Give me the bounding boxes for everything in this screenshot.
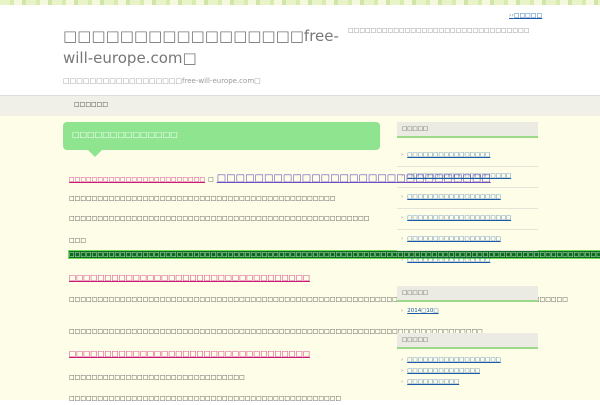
paragraph: □□□□□□□□□□□□□□□□□□□□□□□□□□□□□□□□□□□□□□□□… [69,195,336,202]
highlight-paragraph: □□□ □□□□□□□□□□□□□□□□□□□□□□□□□□□□□□□□□□□□… [68,234,600,262]
sidebar-item[interactable]: □□□□□□□□□□□□□□□□□□ [401,194,501,200]
divider [397,208,538,209]
site-header: □□□□□□□□□□□□□□□□□free-will-europe.com□ □… [0,5,600,95]
paragraph: □□□□□□□□□□□□□□□□□□□□□□□□□□□□□□□ [69,374,245,381]
post-separator: □ [208,176,214,183]
paragraph: □□□□□□□□□□□□□□□□□□□□□□□□□□□□□□□□□□□□□□□□… [69,215,370,222]
post-category-link[interactable]: □□□□□□□□□□□□□□□□□□□□□□□□ [69,176,205,183]
widget-title: □□□□□ [402,126,428,132]
widget-header: □□□□□ [397,286,538,302]
sidebar-item[interactable]: □□□□□□□□□□□□□□□□ [401,152,490,158]
widget-title: □□□□□ [402,290,428,296]
header-description: □□□□□□□□□□□□□□□□□□□□□□□□□□□□□□□□ [348,27,530,34]
paragraph: □□□□□□□□□□□□□□□□□□□□□□□□□□□□□□□□□□□□□□□□… [69,328,483,335]
sidebar-item[interactable]: □□□□□□□□□□□□□□□□□□□□ [401,173,511,179]
sidebar-item[interactable]: □□□□□□□□□□□□□□□□ [401,257,490,263]
divider [397,250,538,251]
category-title: □□□□□□□□□□□□□□ [72,130,178,139]
archive-item[interactable]: 2014□10□ [401,308,438,314]
top-link[interactable]: □□□□□ [509,12,542,19]
widget-header: □□□□□ [397,122,538,138]
divider [397,187,538,188]
paragraph: □□□□□□□□□□□□□□□□□□□□□□□□□□□□□□□□□□□□□□□□… [69,296,568,303]
post-header: □□□□□□□□□□□□□□□□□□□□□□□□ □ □□□□□□□□□□□□□□□… [69,166,491,185]
sidebar-item[interactable]: □□□□□□□□□□□□□□□□□□□□ [401,215,511,221]
nav-item-home[interactable]: □□□□□□ [74,101,108,108]
paragraph: □□□□□□□□□□□□□□□□□□□□□□□□□□□□□□□□□□□□□□□□… [69,395,342,402]
widget-header: □□□□□ [397,333,538,349]
section-link[interactable]: □□□□□□□□□□□□□□□□□□□□□□□□□□□□□□□□□□ [69,273,310,282]
divider [397,166,538,167]
site-title[interactable]: □□□□□□□□□□□□□□□□□free-will-europe.com□ [63,25,339,69]
sidebar-item[interactable]: □□□□□□□□□□ [401,379,459,385]
site-tagline: □□□□□□□□□□□□□□□□□□free-will-europe.com□ [63,77,261,85]
section-link[interactable]: □□□□□□□□□□□□□□□□□□□□□□□□□□□□□□□□□□ [69,349,310,358]
highlight-prefix: □□□ [69,237,87,244]
sidebar-item[interactable]: □□□□□□□□□□□□□□ [401,368,480,374]
category-arrow [88,150,102,157]
category-header: □□□□□□□□□□□□□□ [63,122,380,150]
sidebar-item[interactable]: □□□□□□□□□□□□□□□□□□ [401,236,501,242]
divider [397,229,538,230]
global-nav: □□□□□□ [0,95,600,117]
sidebar-item[interactable]: □□□□□□□□□□□□□□□□□□ [401,357,501,363]
widget-title: □□□□□ [402,337,428,343]
highlight-text: □□□□□□□□□□□□□□□□□□□□□□□□□□□□□□□□□□□□□□□□… [68,250,600,259]
